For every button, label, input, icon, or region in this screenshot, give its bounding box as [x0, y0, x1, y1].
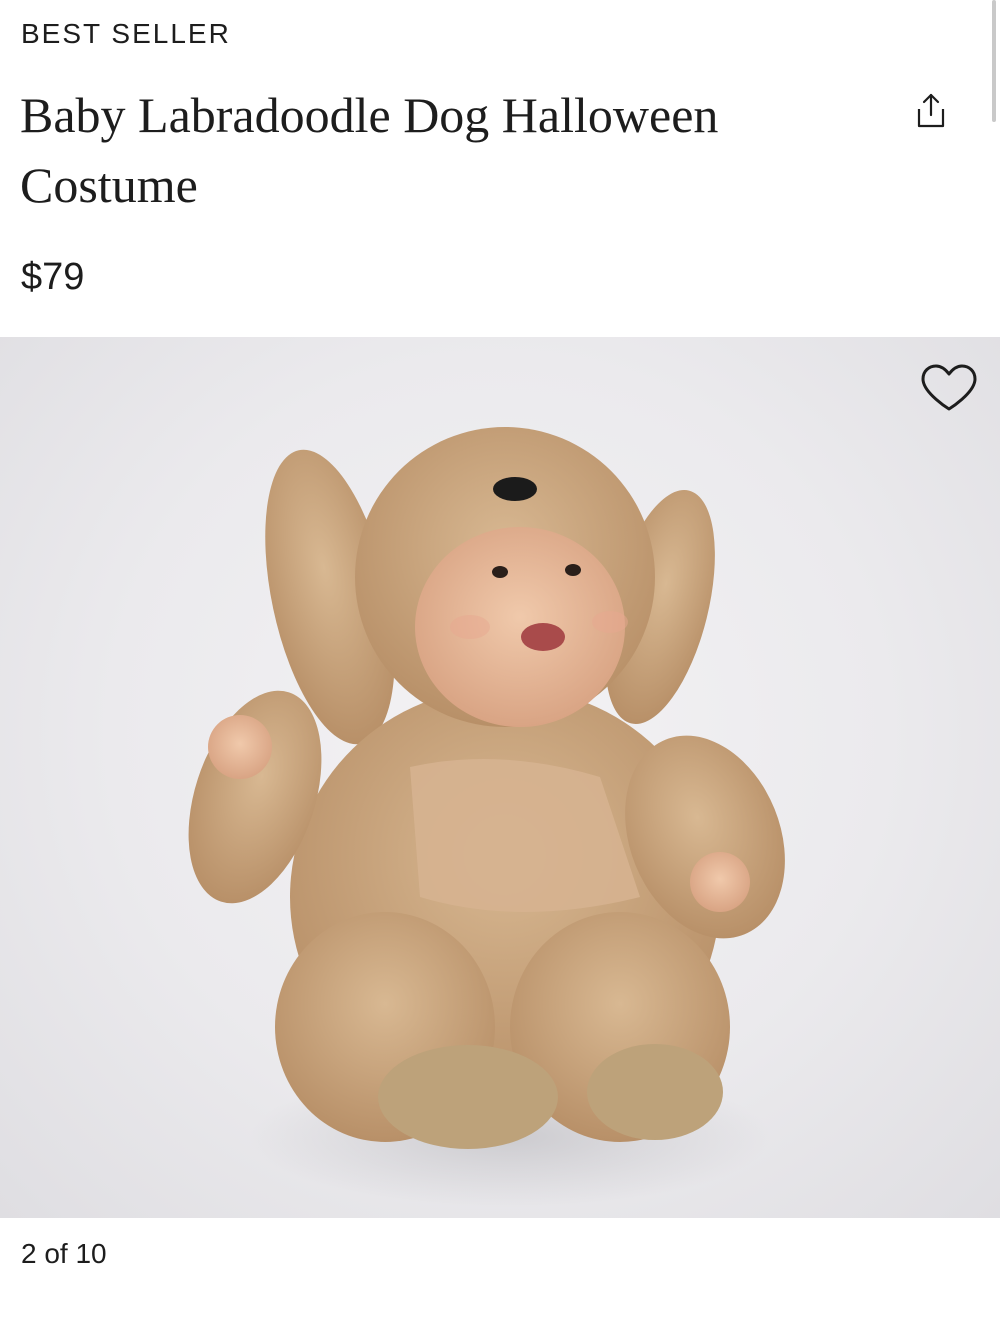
heart-outline-icon [921, 364, 977, 411]
product-image [188, 427, 785, 1207]
share-icon [917, 93, 945, 128]
share-button[interactable] [906, 88, 956, 134]
product-image-gallery[interactable] [0, 337, 1000, 1218]
product-page: BEST SELLER Baby Labradoodle Dog Hallowe… [0, 0, 1000, 1333]
best-seller-badge: BEST SELLER [21, 18, 231, 49]
scroll-indicator[interactable] [992, 0, 996, 122]
product-title: Baby Labradoodle Dog Halloween Costume [20, 87, 719, 213]
favorite-button[interactable] [918, 362, 980, 414]
product-price: $79 [21, 256, 85, 298]
image-counter: 2 of 10 [21, 1238, 107, 1269]
